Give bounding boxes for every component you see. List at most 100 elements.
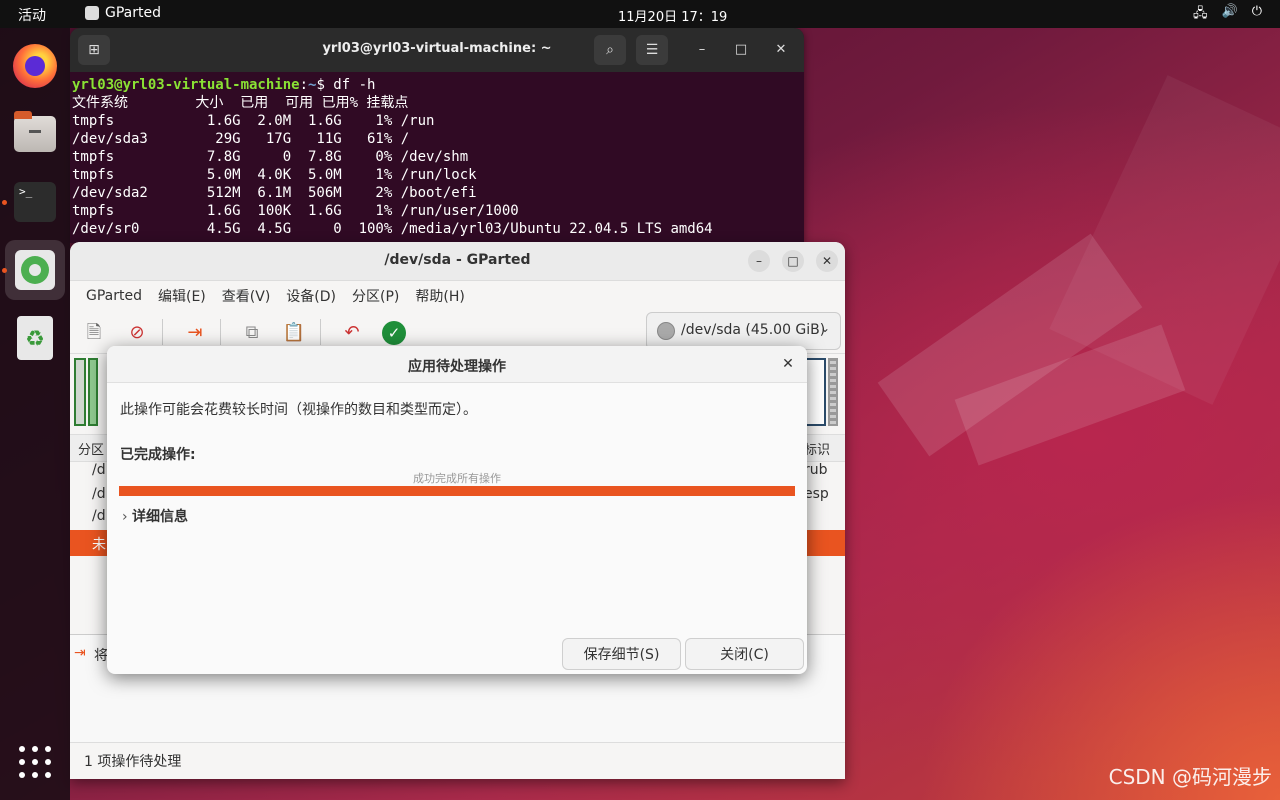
prompt-command: $ df -h	[316, 77, 376, 93]
undo-icon[interactable]: ↶	[340, 321, 364, 345]
dock-files[interactable]	[5, 104, 65, 164]
partition-block[interactable]	[88, 358, 98, 426]
running-indicator	[2, 268, 7, 273]
close-button[interactable]: 关闭(C)	[685, 638, 804, 670]
dock-trash[interactable]: ♻	[5, 308, 65, 368]
partition-name: 未	[92, 537, 106, 553]
output-line: 文件系统 大小 已用 可用 已用% 挂载点	[72, 95, 409, 111]
maximize-icon[interactable]: □	[782, 250, 804, 272]
output-line: /dev/sda2 512M 6.1M 506M 2% /boot/efi	[72, 185, 477, 201]
progress-bar	[119, 486, 795, 496]
menu-view[interactable]: 查看(V)	[214, 286, 279, 306]
menu-help[interactable]: 帮助(H)	[407, 286, 472, 306]
dock-terminal[interactable]: >_	[2, 172, 65, 232]
network-icon: 🖧	[1193, 6, 1208, 21]
progress-text: 成功完成所有操作	[413, 472, 501, 485]
dock-firefox[interactable]	[5, 36, 65, 96]
output-line: tmpfs 1.6G 100K 1.6G 1% /run/user/1000	[72, 203, 519, 219]
menu-icon[interactable]: ☰	[636, 35, 668, 65]
watermark: CSDN @码河漫步	[1108, 765, 1272, 789]
dock: >_ ♻	[0, 28, 70, 800]
details-label: 详细信息	[132, 509, 188, 525]
chevron-down-icon: ⌄	[819, 321, 830, 335]
save-details-button[interactable]: 保存细节(S)	[562, 638, 681, 670]
terminal-window[interactable]: ⊞ yrl03@yrl03-virtual-machine: ~ ⌕ ☰ – □…	[70, 28, 804, 243]
running-indicator	[2, 200, 7, 205]
search-icon[interactable]: ⌕	[594, 35, 626, 65]
maximize-icon[interactable]: □	[731, 40, 751, 60]
gparted-title: /dev/sda - GParted	[384, 252, 531, 268]
gparted-titlebar[interactable]: /dev/sda - GParted – □ ✕	[70, 242, 845, 281]
gparted-icon	[15, 250, 55, 290]
partition-name: /d	[92, 486, 106, 502]
partition-name: /d	[92, 462, 106, 478]
disk-icon	[657, 322, 675, 340]
gparted-icon	[85, 6, 99, 20]
app-name: GParted	[105, 5, 161, 21]
output-line: tmpfs 1.6G 2.0M 1.6G 1% /run	[72, 113, 435, 129]
terminal-icon: >_	[14, 182, 56, 222]
menu-edit[interactable]: 编辑(E)	[150, 286, 214, 306]
dialog-description: 此操作可能会花费较长时间（视操作的数目和类型而定）。	[120, 402, 477, 418]
files-icon	[14, 111, 56, 152]
paste-icon[interactable]: 📋	[282, 321, 306, 345]
volume-icon: 🔊	[1221, 4, 1238, 19]
show-apps-icon[interactable]	[19, 746, 51, 778]
toolbar-separator	[220, 319, 221, 345]
dock-gparted[interactable]	[2, 240, 65, 300]
app-menu[interactable]: GParted	[85, 5, 161, 21]
menu-gparted[interactable]: GParted	[78, 288, 150, 304]
minimize-icon[interactable]: –	[748, 250, 770, 272]
menu-bar: GParted 编辑(E) 查看(V) 设备(D) 分区(P) 帮助(H)	[70, 281, 845, 311]
clock[interactable]: 11月20日 17：19	[618, 6, 727, 25]
top-bar: 活动 GParted 11月20日 17：19 🖧 🔊 ⏻	[0, 0, 1280, 28]
activities-button[interactable]: 活动	[18, 5, 46, 25]
unallocated-block[interactable]	[828, 358, 838, 426]
minimize-icon[interactable]: –	[692, 40, 712, 60]
device-selector[interactable]: /dev/sda (45.00 GiB) ⌄	[646, 312, 841, 350]
output-line: tmpfs 5.0M 4.0K 5.0M 1% /run/lock	[72, 167, 477, 183]
toolbar-separator	[320, 319, 321, 345]
delete-icon[interactable]: ⊘	[125, 321, 149, 345]
system-tray[interactable]: 🖧 🔊 ⏻	[1193, 4, 1262, 26]
output-line: tmpfs 7.8G 0 7.8G 0% /dev/shm	[72, 149, 469, 165]
terminal-titlebar[interactable]: ⊞ yrl03@yrl03-virtual-machine: ~ ⌕ ☰ – □…	[70, 28, 804, 72]
power-icon: ⏻	[1251, 4, 1262, 19]
status-bar: 1 项操作待处理	[70, 742, 845, 779]
details-expander[interactable]: › 详细信息	[122, 506, 188, 526]
trash-icon: ♻	[17, 316, 53, 360]
copy-icon[interactable]: ⧉	[240, 321, 264, 345]
resize-move-icon: ⇥	[74, 645, 86, 661]
column-flags[interactable]: 标识	[804, 439, 830, 458]
output-line: /dev/sr0 4.5G 4.5G 0 100% /media/yrl03/U…	[72, 221, 713, 237]
partition-name: /d	[92, 508, 106, 524]
dialog-title: 应用待处理操作	[408, 359, 506, 375]
terminal-output[interactable]: yrl03@yrl03-virtual-machine:~$ df -h 文件系统…	[70, 72, 804, 242]
toolbar-separator	[162, 319, 163, 345]
partition-flags: rub	[804, 462, 828, 478]
progress-fill	[119, 486, 795, 496]
output-line: /dev/sda3 29G 17G 11G 61% /	[72, 131, 410, 147]
menu-partition[interactable]: 分区(P)	[344, 286, 407, 306]
close-icon[interactable]: ✕	[816, 250, 838, 272]
dialog-titlebar[interactable]: 应用待处理操作 ✕	[107, 346, 807, 383]
column-partition[interactable]: 分区	[78, 439, 104, 458]
pending-operation-text: 将	[94, 648, 108, 664]
firefox-icon	[13, 44, 57, 88]
prompt-sep: :	[299, 77, 309, 93]
completed-label: 已完成操作:	[120, 447, 196, 463]
partition-flags: esp	[804, 486, 829, 502]
partition-block[interactable]	[74, 358, 86, 426]
apply-operations-dialog[interactable]: 应用待处理操作 ✕ 此操作可能会花费较长时间（视操作的数目和类型而定）。 已完成…	[107, 346, 807, 674]
resize-move-icon[interactable]: ⇥	[183, 321, 207, 345]
prompt-user: yrl03@yrl03-virtual-machine	[72, 77, 300, 93]
menu-device[interactable]: 设备(D)	[278, 286, 344, 306]
close-icon[interactable]: ✕	[779, 355, 797, 373]
new-partition-icon[interactable]: 🗎	[82, 321, 106, 345]
prompt-line: yrl03@yrl03-virtual-machine:~$ df -h	[72, 76, 802, 94]
chevron-right-icon: ›	[122, 509, 128, 525]
close-icon[interactable]: ✕	[771, 40, 791, 60]
apply-icon[interactable]: ✓	[382, 321, 406, 345]
device-label: /dev/sda (45.00 GiB)	[681, 322, 826, 338]
status-text: 1 项操作待处理	[84, 754, 182, 770]
